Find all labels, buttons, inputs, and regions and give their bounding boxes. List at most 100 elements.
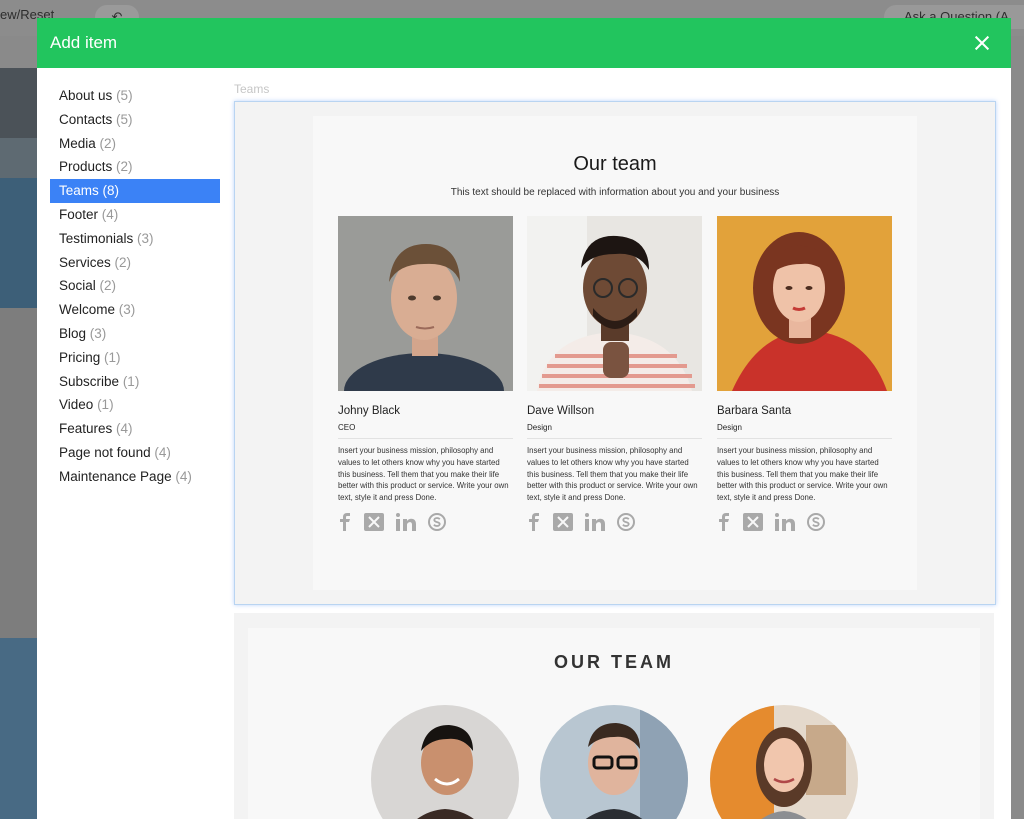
category-item-social[interactable]: Social (2): [50, 274, 220, 298]
category-item-blog[interactable]: Blog (3): [50, 322, 220, 346]
team-template-2-canvas: OUR TEAM: [248, 628, 980, 819]
category-item-welcome[interactable]: Welcome (3): [50, 298, 220, 322]
category-count: (1): [122, 373, 140, 389]
category-count: (8): [102, 183, 120, 199]
close-button[interactable]: [971, 32, 993, 54]
category-count: (1): [97, 397, 114, 413]
team-heading: Our team: [573, 153, 657, 175]
category-label: Welcome: [59, 302, 116, 318]
member-divider: [717, 438, 892, 439]
background-edge: [1011, 68, 1024, 819]
category-count: (4): [154, 444, 171, 460]
linkedin-icon: [585, 512, 605, 531]
team-member-card: Dave Willson Design Insert your business…: [527, 216, 702, 531]
member-socials: [527, 512, 702, 531]
category-item-products[interactable]: Products (2): [50, 155, 220, 179]
team-member-card: Johny Black CEO Insert your business mis…: [338, 216, 513, 531]
member-socials: [338, 512, 513, 531]
member-description: Insert your business mission, philosophy…: [527, 446, 698, 503]
background-canvas: [0, 68, 37, 819]
category-count: (1): [104, 349, 121, 365]
category-label: Teams: [59, 183, 99, 199]
category-label: Maintenance Page: [59, 468, 172, 484]
member-photo-circle: [371, 705, 519, 819]
category-count: (2): [114, 254, 132, 270]
category-item-features[interactable]: Features (4): [50, 417, 220, 441]
category-item-about-us[interactable]: About us (5): [50, 84, 220, 108]
facebook-icon: [717, 512, 731, 531]
x-icon: [364, 512, 384, 531]
x-icon: [553, 512, 573, 531]
linkedin-icon: [396, 512, 416, 531]
category-count: (5): [116, 111, 133, 127]
category-count: (4): [175, 468, 192, 484]
section-label: Teams: [234, 82, 270, 96]
x-icon: [743, 512, 763, 531]
category-item-page-not-found[interactable]: Page not found (4): [50, 441, 220, 465]
category-label: Services: [59, 254, 111, 270]
category-label: Page not found: [59, 444, 151, 460]
category-label: Video: [59, 397, 94, 413]
skype-icon: [807, 512, 825, 531]
modal-title: Add item: [50, 33, 118, 52]
member-photo-circle: [540, 705, 688, 819]
member-description: Insert your business mission, philosophy…: [717, 446, 888, 503]
skype-icon: [428, 512, 446, 531]
category-label: Products: [59, 159, 113, 175]
category-label: Blog: [59, 325, 87, 341]
team-heading-uppercase: OUR TEAM: [554, 652, 674, 672]
member-photo: [717, 216, 892, 391]
category-count: (4): [101, 206, 119, 222]
member-role: Design: [717, 423, 742, 432]
category-label: Contacts: [59, 111, 113, 127]
linkedin-icon: [775, 512, 795, 531]
category-item-services[interactable]: Services (2): [50, 251, 220, 275]
category-count: (4): [116, 421, 133, 437]
team-template-2[interactable]: OUR TEAM: [234, 613, 994, 819]
facebook-icon: [527, 512, 541, 531]
member-name: Dave Willson: [527, 405, 595, 417]
team-template-1[interactable]: Our team This text should be replaced wi…: [234, 101, 996, 605]
category-item-testimonials[interactable]: Testimonials (3): [50, 227, 220, 251]
category-item-subscribe[interactable]: Subscribe (1): [50, 370, 220, 394]
category-item-maintenance-page[interactable]: Maintenance Page (4): [50, 465, 220, 489]
category-item-video[interactable]: Video (1): [50, 393, 220, 417]
member-photo-circle: [710, 705, 858, 819]
add-item-modal: Add item About us (5) Contacts (5) Media (…: [37, 18, 1011, 819]
category-label: Pricing: [59, 349, 101, 365]
team-member-card: Barbara Santa Design Insert your busines…: [717, 216, 892, 531]
member-name: Barbara Santa: [717, 405, 792, 417]
category-count: (3): [89, 325, 107, 341]
category-label: Media: [59, 135, 96, 151]
category-item-footer[interactable]: Footer (4): [50, 203, 220, 227]
category-list: About us (5) Contacts (5) Media (2) Product…: [50, 84, 220, 489]
member-role: Design: [527, 423, 552, 432]
category-item-media[interactable]: Media (2): [50, 132, 220, 156]
member-description: Insert your business mission, philosophy…: [338, 446, 509, 503]
member-photo: [527, 216, 702, 391]
facebook-icon: [338, 512, 352, 531]
member-name: Johny Black: [338, 405, 401, 417]
category-count: (2): [99, 278, 117, 294]
category-count: (2): [116, 159, 133, 175]
skype-icon: [617, 512, 635, 531]
member-divider: [527, 438, 702, 439]
category-item-teams[interactable]: Teams (8): [50, 179, 220, 203]
category-label: Testimonials: [59, 230, 134, 246]
category-item-pricing[interactable]: Pricing (1): [50, 346, 220, 370]
category-label: Features: [59, 421, 113, 437]
team-subtitle: This text should be replaced with inform…: [450, 187, 780, 198]
category-label: About us: [59, 88, 113, 103]
member-socials: [717, 512, 892, 531]
category-item-contacts[interactable]: Contacts (5): [50, 108, 220, 132]
category-label: Footer: [59, 206, 99, 222]
category-count: (3): [137, 230, 154, 246]
category-count: (2): [99, 135, 117, 151]
category-count: (3): [118, 302, 136, 318]
template-gallery: Teams Our team This text should be repla…: [233, 68, 1011, 819]
team-template-1-canvas: Our team This text should be replaced wi…: [313, 116, 917, 590]
member-divider: [338, 438, 513, 439]
category-label: Social: [59, 278, 96, 294]
category-count: (5): [116, 88, 133, 103]
category-label: Subscribe: [59, 373, 120, 389]
